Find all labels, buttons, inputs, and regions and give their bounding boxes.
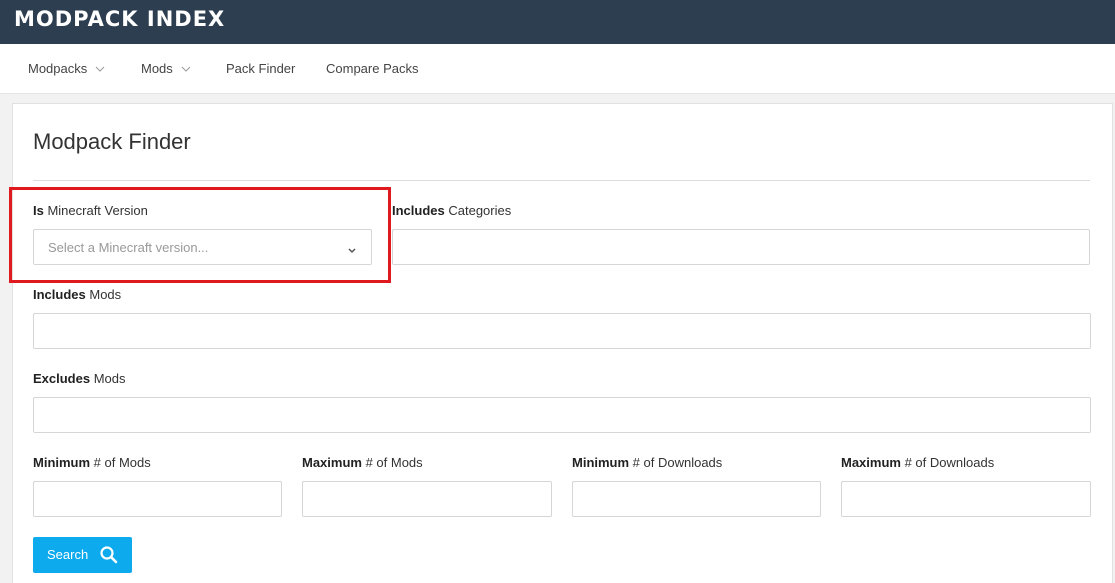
max-mods-input[interactable]	[302, 481, 552, 517]
min-mods-label: Minimum # of Mods	[33, 455, 151, 470]
page-title: Modpack Finder	[33, 129, 191, 154]
max-downloads-label: Maximum # of Downloads	[841, 455, 995, 470]
max-mods-label: Maximum # of Mods	[302, 455, 423, 470]
categories-input[interactable]	[392, 229, 1090, 265]
max-downloads-input[interactable]	[841, 481, 1091, 517]
nav-item-mods[interactable]: Mods	[141, 44, 191, 94]
site-logo[interactable]: MODPACK INDEX	[14, 6, 225, 32]
nav-item-label: Compare Packs	[326, 61, 419, 76]
excludes-mods-input[interactable]	[33, 397, 1091, 433]
min-downloads-label: Minimum # of Downloads	[572, 455, 723, 470]
includes-mods-label: Includes Mods	[33, 287, 122, 302]
nav-item-compare-packs[interactable]: Compare Packs	[326, 44, 418, 94]
nav-item-label: Pack Finder	[226, 61, 296, 76]
nav-item-label: Mods	[141, 61, 173, 76]
main-nav: Modpacks Mods Pack Finder Compare Packs	[0, 44, 1115, 94]
min-mods-input[interactable]	[33, 481, 282, 517]
nav-item-pack-finder[interactable]: Pack Finder	[226, 44, 295, 94]
min-downloads-input[interactable]	[572, 481, 821, 517]
excludes-mods-label: Excludes Mods	[33, 371, 126, 386]
search-icon	[99, 545, 119, 568]
includes-mods-input[interactable]	[33, 313, 1091, 349]
highlight-box	[9, 187, 391, 283]
nav-item-modpacks[interactable]: Modpacks	[28, 44, 105, 94]
chevron-down-icon	[181, 43, 191, 93]
search-button-label: Search	[47, 547, 89, 562]
nav-item-label: Modpacks	[28, 61, 88, 76]
chevron-down-icon	[95, 43, 105, 93]
categories-label: Includes Categories	[392, 203, 512, 218]
divider	[33, 180, 1090, 181]
top-header: MODPACK INDEX	[0, 0, 1115, 44]
search-button[interactable]: Search	[33, 537, 132, 573]
